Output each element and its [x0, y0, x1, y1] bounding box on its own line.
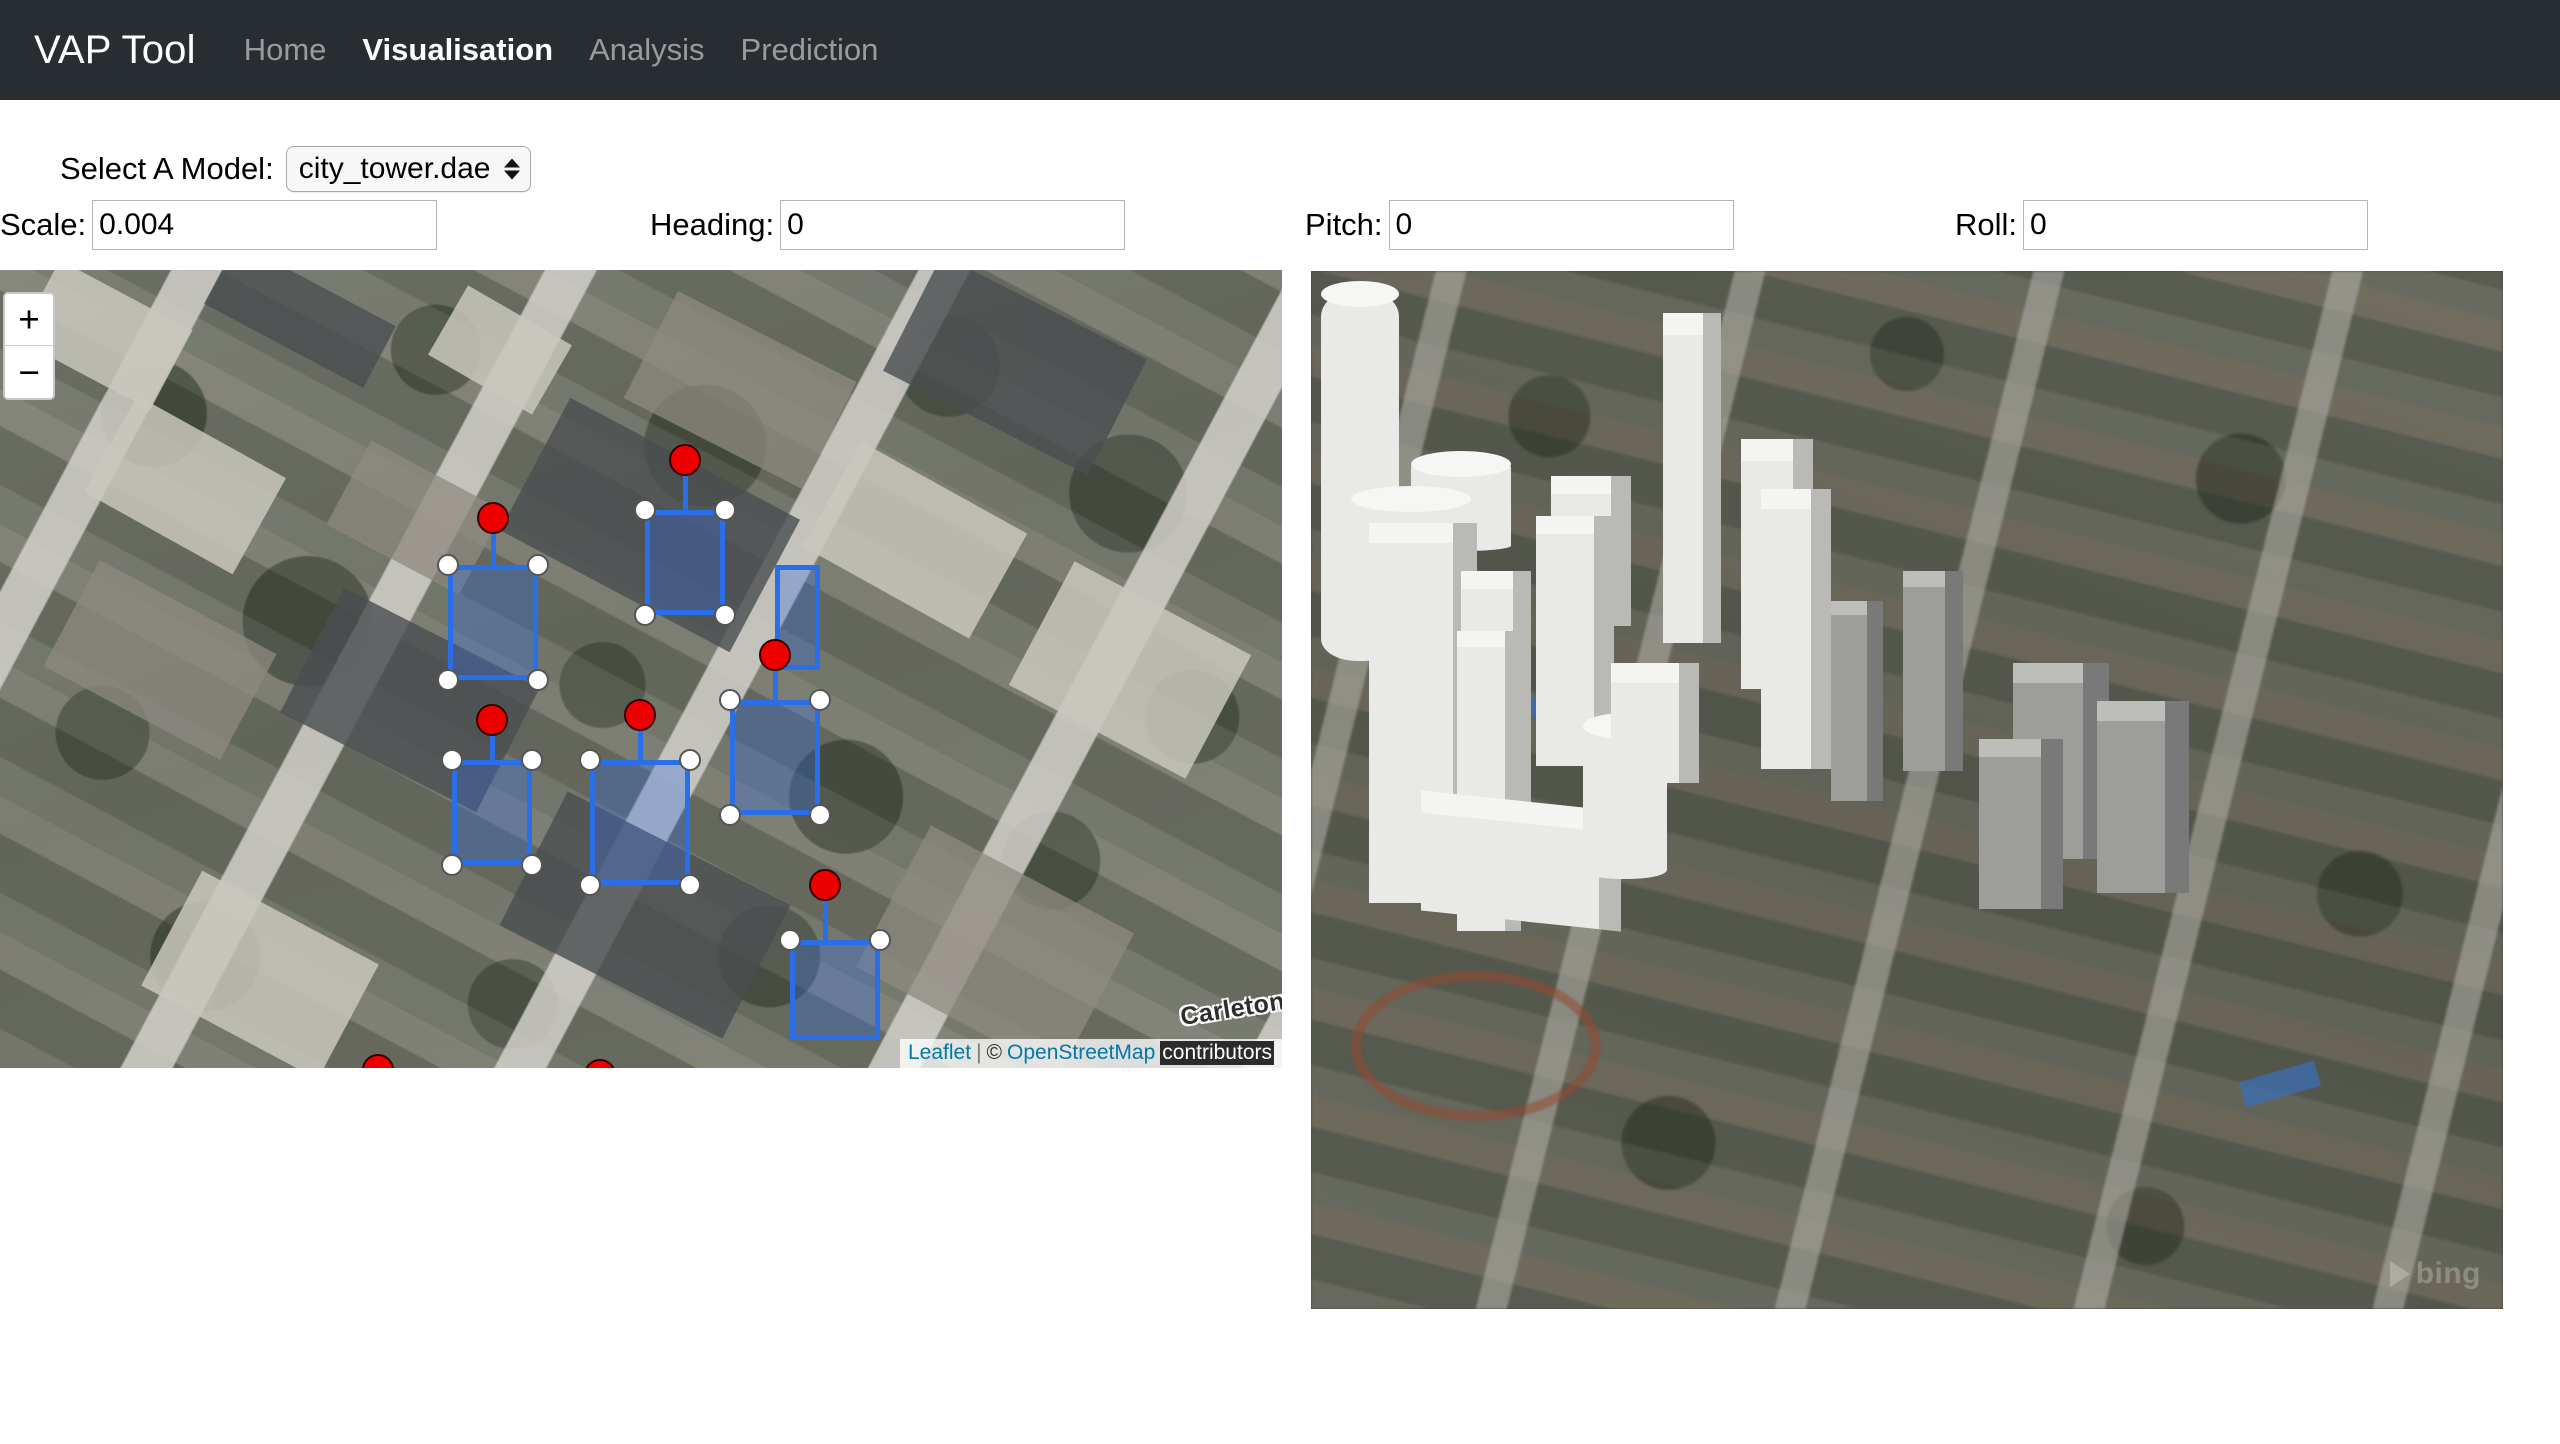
heading-input[interactable]: [780, 200, 1125, 250]
model-building: [1831, 601, 1883, 801]
vertex-handle[interactable]: [527, 554, 549, 576]
heading-label: Heading:: [650, 207, 774, 243]
param-scale: Scale:: [0, 200, 437, 250]
building-footprint[interactable]: [452, 760, 532, 865]
model-building: [1611, 663, 1699, 783]
nav-link-visualisation[interactable]: Visualisation: [362, 32, 553, 68]
rotation-marker[interactable]: [476, 704, 508, 736]
nav-link-home[interactable]: Home: [244, 32, 327, 68]
rotation-marker[interactable]: [624, 699, 656, 731]
param-pitch: Pitch:: [1305, 200, 1734, 250]
pitch-label: Pitch:: [1305, 207, 1383, 243]
polygon-overlay-layer[interactable]: [0, 270, 1282, 1068]
vertex-handle[interactable]: [527, 669, 549, 691]
vertex-handle[interactable]: [869, 929, 891, 951]
vertex-handle[interactable]: [809, 804, 831, 826]
vertex-handle[interactable]: [441, 854, 463, 876]
panels-container: + − Carleton St Carleton St Carleton: [0, 270, 2560, 1390]
vertex-handle[interactable]: [634, 499, 656, 521]
vertex-handle[interactable]: [634, 604, 656, 626]
model-select[interactable]: city_tower.dae: [286, 146, 532, 192]
vertex-handle[interactable]: [679, 874, 701, 896]
scale-input[interactable]: [92, 200, 437, 250]
vertex-handle[interactable]: [719, 804, 741, 826]
rotation-marker[interactable]: [759, 639, 791, 671]
scale-label: Scale:: [0, 207, 86, 243]
vertex-handle[interactable]: [579, 874, 601, 896]
chevron-updown-icon: [504, 159, 520, 180]
zoom-out-button[interactable]: −: [5, 346, 53, 398]
vertex-handle[interactable]: [809, 689, 831, 711]
openstreetmap-link[interactable]: OpenStreetMap: [1007, 1041, 1155, 1065]
top-navbar: VAP Tool Home Visualisation Analysis Pre…: [0, 0, 2560, 100]
building-footprint[interactable]: [645, 510, 725, 615]
vertex-handle[interactable]: [441, 749, 463, 771]
pitch-input[interactable]: [1389, 200, 1734, 250]
building-footprint[interactable]: [448, 565, 538, 680]
model-building: [1903, 571, 1963, 771]
zoom-in-button[interactable]: +: [5, 294, 53, 346]
nav-link-analysis[interactable]: Analysis: [589, 32, 704, 68]
vertex-handle[interactable]: [719, 689, 741, 711]
model-selector-row: Select A Model: city_tower.dae: [0, 100, 2560, 200]
vertex-handle[interactable]: [779, 929, 801, 951]
app-brand[interactable]: VAP Tool: [34, 28, 196, 73]
rotation-marker[interactable]: [477, 502, 509, 534]
3d-viewer[interactable]: bing: [1311, 271, 2503, 1309]
transform-params-row: Scale: Heading: Pitch: Roll:: [0, 200, 2560, 270]
roll-label: Roll:: [1955, 207, 2017, 243]
map-zoom-control[interactable]: + −: [3, 292, 55, 400]
vertex-handle[interactable]: [521, 749, 543, 771]
leaflet-map[interactable]: + − Carleton St Carleton St Carleton: [0, 270, 1282, 1068]
vertex-handle[interactable]: [679, 749, 701, 771]
model-selector-label: Select A Model:: [60, 151, 274, 187]
model-building: [2097, 701, 2189, 893]
building-footprint[interactable]: [790, 940, 880, 1040]
building-footprint[interactable]: [730, 700, 820, 815]
param-roll: Roll:: [1955, 200, 2368, 250]
param-heading: Heading:: [650, 200, 1125, 250]
rotation-marker[interactable]: [809, 869, 841, 901]
vertex-handle[interactable]: [714, 604, 736, 626]
roll-input[interactable]: [2023, 200, 2368, 250]
rotation-marker[interactable]: [362, 1054, 394, 1068]
attribution-separator: |: [976, 1041, 981, 1065]
vertex-handle[interactable]: [437, 669, 459, 691]
nav-links: Home Visualisation Analysis Prediction: [244, 32, 879, 68]
vertex-handle[interactable]: [579, 749, 601, 771]
model-tower: [1663, 313, 1721, 643]
model-building: [1979, 739, 2063, 909]
model-select-value: city_tower.dae: [299, 154, 491, 184]
vertex-handle[interactable]: [521, 854, 543, 876]
vertex-handle[interactable]: [437, 554, 459, 576]
rotation-marker[interactable]: [584, 1059, 616, 1068]
rotation-marker[interactable]: [669, 444, 701, 476]
leaflet-link[interactable]: Leaflet: [908, 1041, 971, 1065]
vertex-handle[interactable]: [714, 499, 736, 521]
copyright-symbol: ©: [987, 1041, 1002, 1065]
building-footprint[interactable]: [590, 760, 690, 885]
3d-model-group[interactable]: [1311, 271, 2503, 1309]
model-tower: [1761, 489, 1831, 769]
map-attribution: Leaflet | © OpenStreetMap contributors: [900, 1039, 1282, 1068]
contributors-text: contributors: [1160, 1041, 1274, 1065]
nav-link-prediction[interactable]: Prediction: [741, 32, 879, 68]
